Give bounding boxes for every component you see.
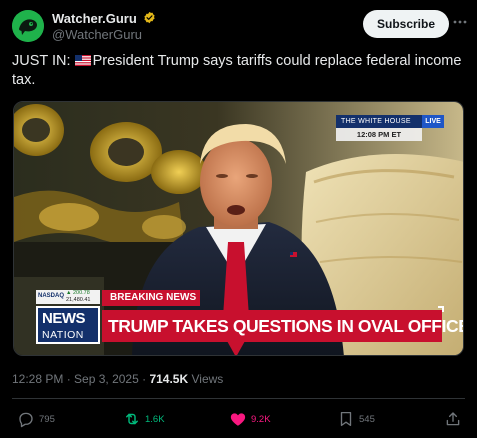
- tweet-text: JUST IN: President Trump says tariffs co…: [12, 52, 462, 90]
- tweet-prefix: JUST IN:: [12, 53, 71, 69]
- reply-count: 795: [39, 414, 55, 425]
- repost-button[interactable]: 1.6K: [123, 410, 183, 428]
- heart-icon: [230, 413, 246, 426]
- chyron-corner: [438, 306, 444, 312]
- nasdaq-ticker: NASDAQ ▲ 200.78 21,480.41: [36, 290, 100, 304]
- views-count[interactable]: 714.5K: [149, 372, 188, 386]
- reply-icon: [19, 412, 33, 428]
- watcher-guru-logo-icon: [12, 10, 44, 42]
- action-bar: 795 1.6K 9.2K 545: [0, 406, 477, 432]
- news-nation-logo: NEWS NATION: [36, 306, 100, 344]
- nasdaq-change: ▲ 200.78: [66, 290, 90, 296]
- handle[interactable]: @WatcherGuru: [52, 27, 142, 42]
- share-button[interactable]: [444, 410, 464, 428]
- views-label: Views: [188, 372, 224, 386]
- bookmark-count: 545: [359, 414, 375, 425]
- tweet-date[interactable]: Sep 3, 2025: [74, 372, 139, 386]
- live-badge: LIVE: [422, 115, 444, 128]
- reply-button[interactable]: 795: [17, 410, 77, 428]
- display-name[interactable]: Watcher.Guru: [52, 11, 137, 26]
- verified-badge-icon[interactable]: [143, 11, 156, 24]
- nasdaq-label: NASDAQ: [38, 293, 65, 299]
- repost-count: 1.6K: [145, 414, 165, 425]
- repost-icon: [126, 413, 138, 425]
- logo-news-text: NEWS: [42, 310, 86, 327]
- subscribe-button[interactable]: Subscribe: [363, 10, 449, 38]
- nasdaq-value: 21,480.41: [66, 297, 91, 303]
- bookmark-button[interactable]: 545: [337, 410, 397, 428]
- us-flag-icon: [74, 55, 91, 66]
- tweet-video[interactable]: THE WHITE HOUSE LIVE 12:08 PM ET NASDAQ …: [13, 101, 464, 356]
- share-icon: [446, 412, 460, 426]
- divider: [12, 398, 465, 399]
- tweet-meta: 12:28 PM · Sep 3, 2025 · 714.5K Views: [12, 372, 223, 386]
- tweet-time[interactable]: 12:28 PM: [12, 372, 63, 386]
- chyron-headline: TRUMP TAKES QUESTIONS IN OVAL OFFICE: [102, 310, 463, 342]
- tweet-header: Watcher.Guru @WatcherGuru Subscribe: [12, 8, 468, 44]
- broadcast-time: 12:08 PM ET: [336, 128, 422, 141]
- meta-separator: ·: [63, 372, 75, 386]
- like-count: 9.2K: [251, 414, 271, 425]
- like-button[interactable]: 9.2K: [229, 410, 289, 428]
- breaking-news-banner: BREAKING NEWS: [102, 290, 200, 306]
- avatar[interactable]: [12, 10, 44, 42]
- more-horizontal-icon[interactable]: [452, 14, 468, 30]
- meta-separator-2: ·: [138, 372, 150, 386]
- logo-nation-text: NATION: [42, 329, 84, 341]
- network-tag: THE WHITE HOUSE LIVE 12:08 PM ET: [336, 115, 444, 141]
- bookmark-icon: [340, 411, 352, 427]
